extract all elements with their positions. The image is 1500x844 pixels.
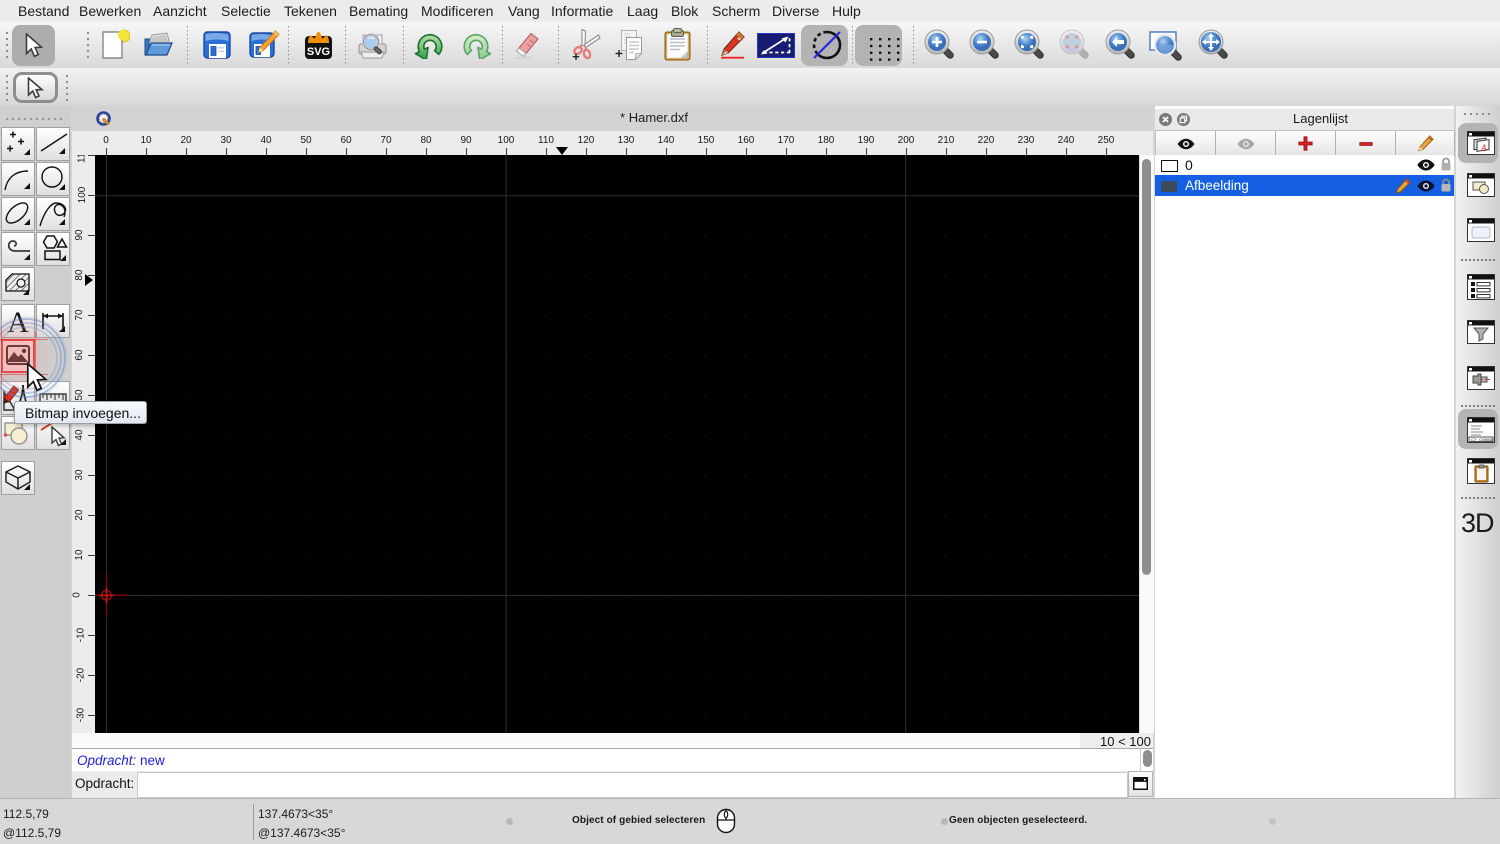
svg-text:SVG: SVG bbox=[307, 46, 330, 58]
svg-text:c> command: c> command bbox=[1471, 437, 1495, 443]
svg-text:A: A bbox=[1480, 143, 1487, 153]
